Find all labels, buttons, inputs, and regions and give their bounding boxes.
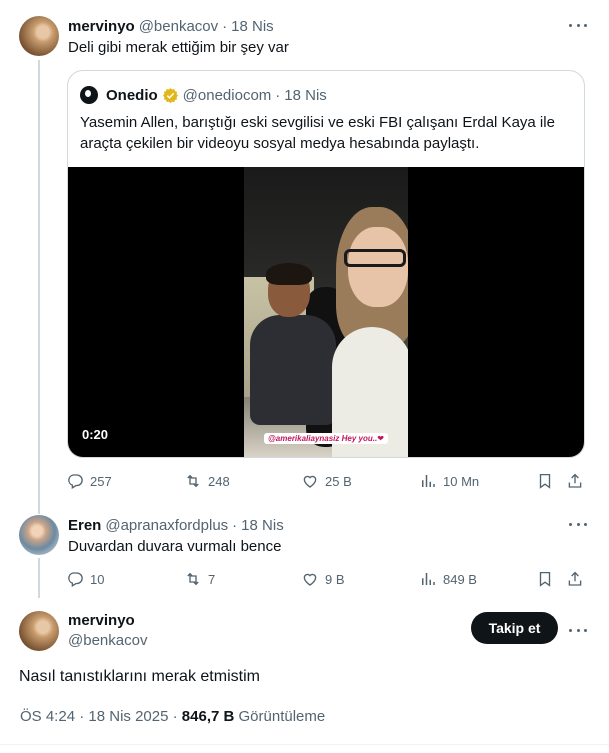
- tweet-time[interactable]: 18 Nis: [231, 18, 274, 35]
- repost-button[interactable]: 7: [184, 569, 215, 589]
- author-handle[interactable]: @apranaxfordplus: [105, 517, 228, 534]
- repost-button[interactable]: 248: [184, 471, 230, 491]
- thread-line: [38, 558, 40, 598]
- separator-dot: ·: [79, 708, 85, 725]
- views-button[interactable]: 10 Mn: [419, 471, 479, 491]
- quote-author-handle: @onediocom: [182, 86, 272, 104]
- reply-icon: [68, 474, 83, 489]
- avatar[interactable]: [19, 611, 59, 651]
- bookmark-button[interactable]: [536, 569, 554, 589]
- separator-dot: ·: [222, 17, 228, 35]
- like-button[interactable]: 25 B: [301, 471, 352, 491]
- tweet-time[interactable]: 18 Nis: [241, 517, 284, 534]
- tweet-time[interactable]: ÖS 4:24: [20, 708, 75, 725]
- author-name[interactable]: mervinyo: [68, 611, 135, 631]
- views-count: 846,7 B: [181, 708, 235, 725]
- heart-icon: [303, 475, 317, 488]
- tweet-header: Eren @apranaxfordplus · 18 Nis: [68, 515, 284, 535]
- main-tweet-text: Nasıl tanıstıklarını merak etmistim: [19, 668, 260, 685]
- views-button[interactable]: 849 B: [419, 569, 477, 589]
- video-caption-tag: @amerikaliaynasiz Hey you..❤: [264, 433, 388, 444]
- separator-dot: ·: [172, 708, 178, 725]
- avatar[interactable]: [19, 515, 59, 555]
- reply-icon: [68, 572, 83, 587]
- tweet-text: Deli gibi merak ettiğim bir şey var: [68, 39, 289, 56]
- tweet-actions: 257 248 25 B 10 Mn: [66, 471, 586, 491]
- share-button[interactable]: [566, 569, 584, 589]
- bookmark-button[interactable]: [536, 471, 554, 491]
- view-count: 10 Mn: [443, 473, 480, 489]
- video-frame: @amerikaliaynasiz Hey you..❤: [244, 167, 408, 457]
- author-name[interactable]: Eren: [68, 517, 101, 534]
- separator-dot: ·: [275, 86, 281, 104]
- share-button[interactable]: [566, 471, 584, 491]
- quote-header: Onedio @onediocom · 18 Nis: [80, 85, 327, 105]
- avatar[interactable]: [19, 16, 59, 56]
- verified-badge-icon: [162, 87, 178, 103]
- reply-button[interactable]: 10: [66, 569, 104, 589]
- views-label: Görüntüleme: [238, 708, 326, 725]
- tweet-text: Duvardan duvara vurmalı bence: [68, 538, 282, 555]
- bookmark-icon: [539, 571, 551, 587]
- follow-button[interactable]: Takip et: [471, 612, 558, 644]
- repost-count: 248: [208, 473, 230, 489]
- bookmark-icon: [539, 473, 551, 489]
- like-button[interactable]: 9 B: [301, 569, 345, 589]
- onedio-logo-icon: [80, 86, 98, 104]
- video-duration: 0:20: [82, 427, 109, 442]
- tweet-header: mervinyo @benkacov · 18 Nis: [68, 16, 274, 36]
- reply-count: 257: [90, 473, 112, 489]
- more-icon[interactable]: [569, 18, 587, 32]
- share-icon: [568, 473, 582, 488]
- like-count: 25 B: [325, 473, 352, 489]
- more-icon[interactable]: [569, 517, 587, 531]
- repost-icon: [187, 474, 199, 488]
- view-count: 849 B: [443, 571, 477, 587]
- tweet-meta: ÖS 4:24 · 18 Nis 2025 · 846,7 B Görüntül…: [20, 708, 325, 725]
- quote-author-name: Onedio: [106, 86, 158, 104]
- share-icon: [568, 571, 582, 586]
- repost-count: 7: [208, 571, 216, 587]
- video-player[interactable]: @amerikaliaynasiz Hey you..❤ 0:20: [68, 167, 584, 457]
- tweet-actions: 10 7 9 B 849 B: [66, 569, 586, 589]
- heart-icon: [303, 573, 317, 586]
- divider: [0, 744, 609, 745]
- author-name[interactable]: mervinyo: [68, 18, 135, 35]
- quote-time: 18 Nis: [284, 86, 327, 104]
- quote-text: Yasemin Allen, barıştığı eski sevgilisi …: [80, 114, 555, 152]
- like-count: 9 B: [325, 571, 345, 587]
- quoted-tweet[interactable]: Onedio @onediocom · 18 Nis Yasemin Allen…: [67, 70, 585, 458]
- tweet-date[interactable]: 18 Nis 2025: [88, 708, 168, 725]
- repost-icon: [187, 572, 199, 586]
- author-handle[interactable]: @benkacov: [68, 631, 147, 651]
- more-icon[interactable]: [569, 623, 587, 637]
- thread-line: [38, 60, 40, 514]
- author-handle[interactable]: @benkacov: [139, 18, 218, 35]
- views-icon: [422, 573, 435, 585]
- separator-dot: ·: [232, 516, 238, 534]
- views-icon: [422, 475, 435, 487]
- reply-count: 10: [90, 571, 105, 587]
- reply-button[interactable]: 257: [66, 471, 112, 491]
